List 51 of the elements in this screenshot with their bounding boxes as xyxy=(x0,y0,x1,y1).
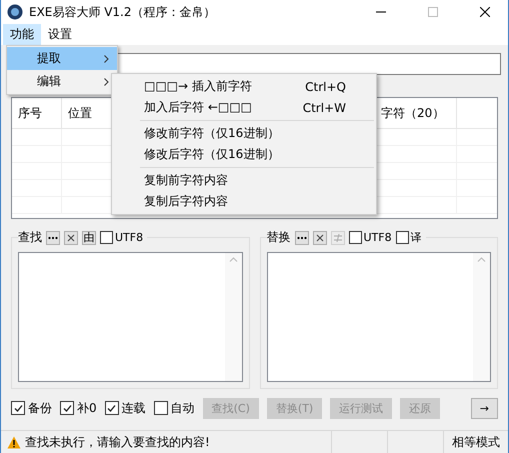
checkbox-label: 连载 xyxy=(122,400,146,416)
close-icon xyxy=(480,7,490,17)
clear-button[interactable] xyxy=(312,230,326,244)
warning-icon xyxy=(7,436,21,448)
checkbox-label: 自动 xyxy=(170,400,195,416)
menu-item[interactable]: 复制前字符内容 xyxy=(112,170,376,191)
checkbox-label: UTF8 xyxy=(364,231,392,244)
check-icon xyxy=(106,402,118,414)
column-header: 字符（20） xyxy=(381,104,444,122)
column-header: 序号 xyxy=(18,104,42,122)
checkbox[interactable] xyxy=(100,231,113,244)
check-icon xyxy=(62,402,72,414)
close-icon xyxy=(67,234,75,242)
menu-item[interactable]: 修改后字符（仅16进制） xyxy=(112,144,376,165)
checkbox-label: 备份 xyxy=(28,400,52,416)
checkbox-label: 译 xyxy=(410,230,422,245)
check-icon xyxy=(12,402,24,414)
status-message: 查找未执行，请输入要查找的内容! xyxy=(25,434,210,450)
menu-item[interactable]: 提取 xyxy=(7,47,117,70)
maximize-icon xyxy=(428,7,438,17)
app-icon xyxy=(7,4,23,20)
checkbox[interactable] xyxy=(348,231,362,244)
swap-icon xyxy=(334,234,342,242)
text-area[interactable] xyxy=(18,252,242,382)
checkbox-label: UTF8 xyxy=(115,231,144,244)
panel-title: 查找 xyxy=(18,229,42,246)
menu-item[interactable]: 设置 xyxy=(41,24,79,45)
menu-item[interactable]: 复制后字符内容 xyxy=(112,191,376,212)
text-area[interactable] xyxy=(266,252,491,382)
text-button[interactable]: 由 xyxy=(82,230,96,244)
window-title: EXE易容大师 V1.2（程序：金帛） xyxy=(29,4,216,20)
checkbox[interactable] xyxy=(60,401,74,415)
checkbox[interactable] xyxy=(11,401,25,415)
checkbox[interactable] xyxy=(154,401,168,415)
menu-item[interactable]: 功能 xyxy=(3,24,41,45)
checkbox-label: 补0 xyxy=(77,400,97,416)
minimize-icon xyxy=(376,11,386,13)
menu-item[interactable]: 加入后字符 ←□□□ Ctrl+W xyxy=(112,97,376,118)
column-header: 位置 xyxy=(68,104,92,122)
clear-button[interactable] xyxy=(64,230,78,244)
more-button[interactable] xyxy=(294,230,308,244)
action-button[interactable]: → xyxy=(470,398,498,418)
panel-title: 替换 xyxy=(266,229,290,246)
checkbox[interactable] xyxy=(396,231,409,244)
menu-item[interactable]: 修改前字符（仅16进制） xyxy=(112,123,376,144)
mode-label: 相等模式 xyxy=(451,434,501,450)
more-button[interactable] xyxy=(46,230,60,244)
close-icon xyxy=(316,234,324,242)
dots-icon xyxy=(48,236,58,240)
dots-icon xyxy=(296,236,306,240)
checkbox[interactable] xyxy=(104,401,119,415)
